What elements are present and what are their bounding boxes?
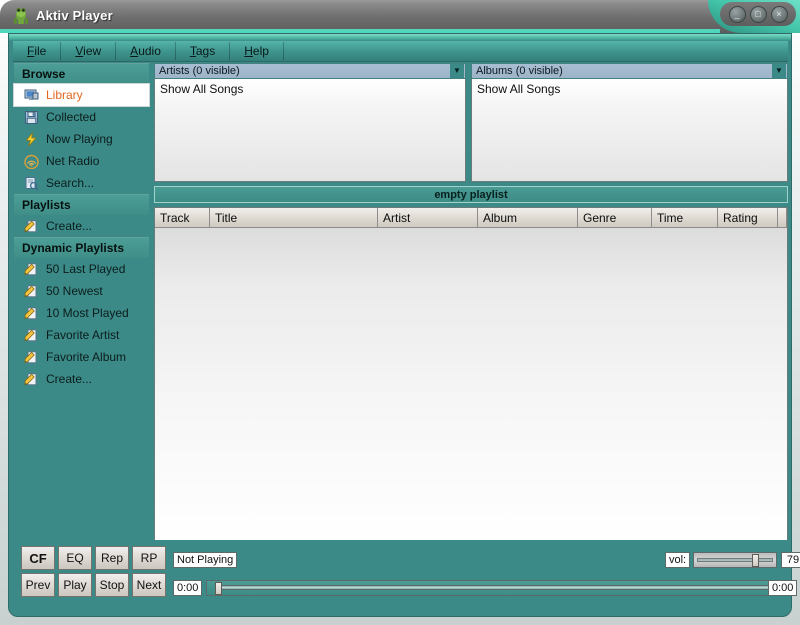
sidebar-item-label: Search... [46, 176, 95, 190]
sidebar-item-create[interactable]: Create... [14, 215, 149, 237]
column-header-rating[interactable]: Rating [718, 208, 778, 228]
column-header-title[interactable]: Title [210, 208, 378, 228]
volume-thumb[interactable] [752, 554, 760, 567]
elapsed-time: 0:00 [173, 580, 203, 596]
sidebar-item-label: Now Playing [46, 132, 113, 146]
sidebar-item-create[interactable]: Create... [14, 368, 149, 390]
sidebar-item-label: Favorite Album [46, 350, 127, 364]
frog-icon [12, 6, 30, 26]
document-search-icon [24, 176, 39, 191]
next-button[interactable]: Next [132, 573, 166, 597]
menu-bar: File View Audio Tags Help [13, 41, 788, 62]
window-gloss [9, 34, 791, 41]
sidebar-section-browse: Browse [14, 63, 149, 84]
sidebar: Browse Library Collected Now Playing Net Rad… [14, 63, 149, 573]
stop-button[interactable]: Stop [95, 573, 129, 597]
radio-waves-icon [24, 154, 39, 169]
sidebar-item-50-last-played[interactable]: 50 Last Played [14, 258, 149, 280]
playlist-body[interactable] [155, 228, 787, 540]
sidebar-item-10-most-played[interactable]: 10 Most Played [14, 302, 149, 324]
window-body: File View Audio Tags Help Browse Library Colle… [8, 33, 800, 617]
albums-list[interactable]: Show All Songs [471, 79, 788, 182]
chevron-down-icon[interactable]: ▼ [772, 64, 786, 78]
minimize-icon[interactable]: _ [728, 5, 746, 23]
sidebar-item-net-radio[interactable]: Net Radio [14, 150, 149, 172]
column-header-time[interactable]: Time [652, 208, 718, 228]
floppy-disk-icon [24, 110, 39, 125]
albums-panel-header[interactable]: Albums (0 visible) ▼ [471, 63, 788, 79]
sidebar-item-search[interactable]: Search... [14, 172, 149, 194]
artists-list[interactable]: Show All Songs [154, 79, 466, 182]
volume-slider[interactable] [693, 552, 777, 568]
dynamic-playlist-icon [24, 350, 39, 365]
aktiv-player-window: Aktiv Player _ □ × File View Audio Tags Help… [0, 0, 800, 625]
chevron-down-icon[interactable]: ▼ [450, 64, 464, 78]
sidebar-item-label: 10 Most Played [46, 306, 129, 320]
play-button[interactable]: Play [58, 573, 92, 597]
albums-panel-label: Albums (0 visible) [476, 65, 563, 77]
menu-item-view[interactable]: View [61, 42, 117, 60]
dynamic-playlist-icon [24, 372, 39, 387]
seek-thumb[interactable] [215, 582, 222, 595]
volume-value: 79 [781, 552, 800, 568]
lightning-bolt-icon [24, 132, 39, 147]
sidebar-item-favorite-artist[interactable]: Favorite Artist [14, 324, 149, 346]
sidebar-item-label: Library [46, 88, 83, 102]
crossfade-button[interactable]: CF [21, 546, 55, 570]
sidebar-item-label: Create... [46, 372, 93, 386]
sidebar-item-50-newest[interactable]: 50 Newest [14, 280, 149, 302]
volume-label: vol: [665, 552, 691, 568]
sidebar-item-label: Create... [46, 219, 93, 233]
previous-button[interactable]: Prev [21, 573, 55, 597]
equalizer-button[interactable]: EQ [58, 546, 92, 570]
column-header-genre[interactable]: Genre [578, 208, 652, 228]
sidebar-section-playlists: Playlists [14, 194, 149, 215]
artists-panel-label: Artists (0 visible) [159, 65, 240, 77]
repeat-button[interactable]: Rep [95, 546, 129, 570]
column-header-album[interactable]: Album [478, 208, 578, 228]
sidebar-item-collected[interactable]: Collected [14, 106, 149, 128]
window-controls: _ □ × [720, 2, 796, 26]
menu-item-audio[interactable]: Audio [116, 42, 176, 60]
menu-item-help[interactable]: Help [230, 42, 284, 60]
dynamic-playlist-icon [24, 328, 39, 343]
monitor-icon [24, 88, 39, 103]
sidebar-item-label: Collected [46, 110, 97, 124]
dynamic-playlist-icon [24, 306, 39, 321]
column-header-artist[interactable]: Artist [378, 208, 478, 228]
sidebar-item-label: Net Radio [46, 154, 100, 168]
playlist-title: empty playlist [154, 186, 788, 203]
dynamic-playlist-icon [24, 262, 39, 277]
maximize-icon[interactable]: □ [749, 5, 767, 23]
total-time: 0:00 [768, 580, 798, 596]
menu-item-file[interactable]: File [13, 42, 62, 60]
sidebar-item-label: 50 Last Played [46, 262, 126, 276]
column-header-spacer [778, 208, 787, 228]
status-text: Not Playing [173, 552, 238, 568]
list-item[interactable]: Show All Songs [472, 79, 787, 96]
sidebar-item-now-playing[interactable]: Now Playing [14, 128, 149, 150]
sidebar-item-library[interactable]: Library [14, 84, 149, 106]
column-header-track[interactable]: Track [155, 208, 210, 228]
dynamic-playlist-icon [24, 284, 39, 299]
playlist-table[interactable]: Track Title Artist Album Genre Time Rating [154, 207, 788, 540]
list-item[interactable]: Show All Songs [155, 79, 465, 96]
seek-track [217, 585, 780, 590]
title-bar[interactable]: Aktiv Player _ □ × [0, 0, 800, 33]
random-play-button[interactable]: RP [132, 546, 166, 570]
transport-bar: CF EQ Rep RP Prev Play Stop Next Not Pla… [13, 544, 800, 614]
seek-slider[interactable] [206, 580, 784, 596]
artists-panel-header[interactable]: Artists (0 visible) ▼ [154, 63, 466, 79]
close-icon[interactable]: × [770, 5, 788, 23]
sidebar-item-label: 50 Newest [46, 284, 103, 298]
pencil-document-icon [24, 219, 39, 234]
menu-item-tags[interactable]: Tags [176, 42, 231, 60]
sidebar-section-dynamic-playlists: Dynamic Playlists [14, 237, 149, 258]
sidebar-item-label: Favorite Artist [46, 328, 120, 342]
playlist-header-row: Track Title Artist Album Genre Time Rating [155, 208, 787, 228]
volume-track [697, 558, 773, 562]
sidebar-item-favorite-album[interactable]: Favorite Album [14, 346, 149, 368]
window-title: Aktiv Player [36, 8, 113, 23]
